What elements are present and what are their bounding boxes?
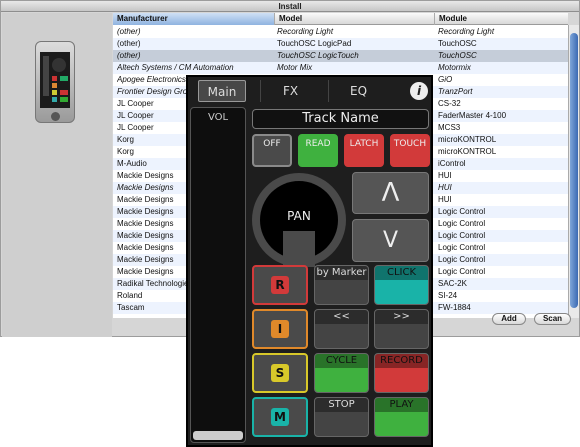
scan-button[interactable]: Scan: [534, 313, 571, 325]
cell-module: microKONTROL: [438, 147, 497, 156]
pan-knob[interactable]: PAN: [252, 173, 346, 267]
tab-fx[interactable]: FX: [260, 80, 320, 102]
cell-module: CS-32: [438, 99, 461, 108]
channel-m-button[interactable]: M: [252, 397, 308, 437]
cell-module: Logic Control: [438, 243, 486, 252]
scrollbar-thumb[interactable]: [570, 33, 578, 308]
cell-module: HUI: [438, 171, 452, 180]
touchosc-layout-overlay: Main FX EQ i VOL Track Name OFF READ LATCH…: [186, 75, 433, 447]
tab-main[interactable]: Main: [198, 80, 246, 102]
transport-record-button[interactable]: RECORD: [374, 353, 429, 393]
transport-click-button[interactable]: CLICK: [374, 265, 429, 305]
transport---button[interactable]: <<: [314, 309, 369, 349]
transport-stop-button[interactable]: STOP: [314, 397, 369, 437]
vertical-scrollbar[interactable]: [568, 25, 579, 318]
down-arrow-button[interactable]: V: [352, 219, 429, 262]
fader-handle[interactable]: [193, 431, 243, 440]
column-header-module[interactable]: Module: [435, 13, 568, 25]
volume-fader[interactable]: VOL: [190, 107, 246, 443]
cell-module: iControl: [438, 159, 466, 168]
table-row[interactable]: (other) TouchOSC LogicPad TouchOSC: [113, 38, 568, 50]
cell-manufacturer: (other): [117, 51, 141, 60]
channel-r-button[interactable]: R: [252, 265, 308, 305]
transport-label: CYCLE: [315, 354, 368, 368]
channel-button-label: M: [271, 408, 289, 426]
pan-label: PAN: [287, 209, 311, 223]
automation-read-button[interactable]: READ: [298, 134, 338, 167]
cell-module: TouchOSC: [438, 39, 477, 48]
column-header-manufacturer[interactable]: Manufacturer: [113, 13, 275, 25]
automation-touch-button[interactable]: TOUCH: [390, 134, 430, 167]
transport-label: >>: [375, 310, 428, 324]
cell-module: HUI: [438, 195, 452, 204]
cell-module: TouchOSC: [438, 51, 477, 60]
transport-by-marker-button[interactable]: by Marker: [314, 265, 369, 305]
channel-button-label: S: [271, 364, 289, 382]
transport-label: <<: [315, 310, 368, 324]
cell-module: SAC-2K: [438, 279, 467, 288]
automation-off-button[interactable]: OFF: [252, 134, 292, 167]
transport-label: CLICK: [375, 266, 428, 280]
cell-module: Logic Control: [438, 267, 486, 276]
table-row[interactable]: (other) TouchOSC LogicTouch TouchOSC: [113, 50, 568, 62]
transport---button[interactable]: >>: [374, 309, 429, 349]
cell-module: FaderMaster 4-100: [438, 111, 507, 120]
transport-play-button[interactable]: PLAY: [374, 397, 429, 437]
cell-module: Logic Control: [438, 255, 486, 264]
track-name-display: Track Name: [252, 109, 429, 129]
transport-cycle-button[interactable]: CYCLE: [314, 353, 369, 393]
transport-label: RECORD: [375, 354, 428, 368]
cell-model: TouchOSC LogicTouch: [277, 51, 359, 60]
transport-label: by Marker: [315, 266, 368, 280]
channel-s-button[interactable]: S: [252, 353, 308, 393]
cell-model: TouchOSC LogicPad: [277, 39, 352, 48]
channel-button-label: R: [271, 276, 289, 294]
automation-label: TOUCH: [393, 139, 427, 149]
table-row[interactable]: Altech Systems / CM Automation Motor Mix M…: [113, 62, 568, 74]
cell-module: GiO: [438, 75, 453, 84]
cell-module: SI-24: [438, 291, 458, 300]
vol-label: VOL: [207, 112, 229, 123]
cell-module: microKONTROL: [438, 135, 497, 144]
device-preview-pane: [2, 13, 112, 337]
cell-manufacturer: (other): [117, 27, 141, 36]
cell-manufacturer: Altech Systems / CM Automation: [117, 63, 234, 72]
automation-label: OFF: [263, 139, 281, 149]
cell-module: TranzPort: [438, 87, 473, 96]
channel-button-label: I: [271, 320, 289, 338]
channel-i-button[interactable]: I: [252, 309, 308, 349]
info-icon[interactable]: i: [410, 82, 428, 100]
table-row[interactable]: (other) Recording Light Recording Light: [113, 26, 568, 38]
cell-model: Motor Mix: [277, 63, 313, 72]
iphone-icon: [35, 41, 75, 123]
automation-label: LATCH: [349, 139, 379, 149]
automation-label: READ: [305, 139, 331, 149]
transport-label: PLAY: [375, 398, 428, 412]
table-header: Manufacturer Model Module: [113, 13, 568, 25]
cell-model: Recording Light: [277, 27, 334, 36]
cell-module: Motormix: [438, 63, 471, 72]
add-button[interactable]: Add: [492, 313, 526, 325]
automation-latch-button[interactable]: LATCH: [344, 134, 384, 167]
cell-manufacturer: (other): [117, 39, 141, 48]
cell-module: Recording Light: [438, 27, 495, 36]
cell-module: Logic Control: [438, 207, 486, 216]
column-header-model[interactable]: Model: [275, 13, 435, 25]
transport-label: STOP: [315, 398, 368, 412]
cell-module: Logic Control: [438, 231, 486, 240]
tab-eq[interactable]: EQ: [328, 80, 388, 102]
cell-module: HUI: [438, 183, 452, 192]
cell-module: MCS3: [438, 123, 461, 132]
cell-module: Logic Control: [438, 219, 486, 228]
window-title: Install: [1, 1, 579, 12]
up-arrow-button[interactable]: Λ: [352, 172, 429, 214]
